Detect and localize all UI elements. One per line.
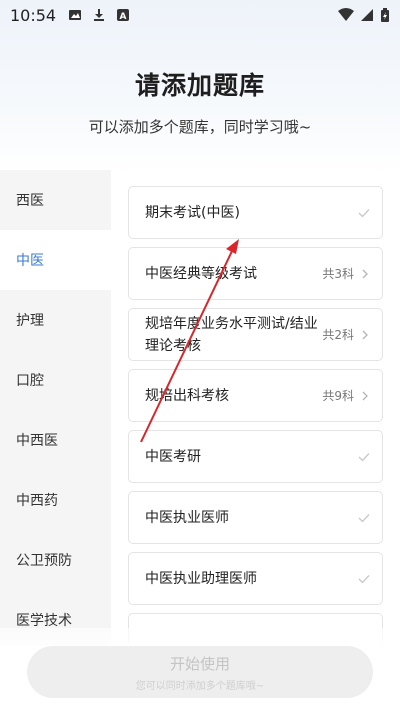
bank-title: 期末考试(中医) bbox=[145, 204, 240, 221]
signal-icon bbox=[361, 9, 373, 21]
question-bank-list: 期末考试(中医) 中医经典等级考试 共3科 规培年度业务水平测试/结业理论考核 … bbox=[128, 186, 384, 651]
subject-count: 共3科 bbox=[322, 267, 354, 281]
category-sidebar: 西医 中医 护理 口腔 中西医 中西药 公卫预防 医学技术 bbox=[0, 170, 111, 645]
sidebar-item-huli[interactable]: 护理 bbox=[0, 290, 111, 350]
battery-icon bbox=[381, 8, 389, 22]
chevron-right-icon bbox=[362, 391, 368, 400]
check-icon bbox=[358, 208, 370, 217]
sidebar-item-zhongxiyao[interactable]: 中西药 bbox=[0, 470, 111, 530]
check-icon bbox=[358, 574, 370, 583]
svg-text:A: A bbox=[120, 12, 127, 22]
start-button-label: 开始使用 bbox=[169, 654, 230, 673]
check-icon bbox=[358, 513, 370, 522]
sidebar-item-kouqiang[interactable]: 口腔 bbox=[0, 350, 111, 410]
bank-card[interactable]: 中医执业助理医师 bbox=[128, 552, 383, 605]
bank-title: 中医执业助理医师 bbox=[145, 570, 257, 587]
wifi-icon bbox=[338, 8, 354, 21]
start-button-hint: 您可以同时添加多个题库哦~ bbox=[135, 680, 265, 692]
start-button[interactable]: 开始使用 您可以同时添加多个题库哦~ bbox=[27, 646, 373, 698]
chevron-right-icon bbox=[362, 269, 368, 278]
bank-card[interactable]: 期末考试(中医) bbox=[128, 186, 383, 239]
status-bar: 10:54 A bbox=[0, 0, 400, 30]
bank-card[interactable]: 规培出科考核 共9科 bbox=[128, 369, 383, 422]
status-time: 10:54 bbox=[10, 5, 57, 25]
bank-title: 中医考研 bbox=[145, 448, 201, 465]
chevron-right-icon bbox=[362, 330, 368, 339]
bank-title: 规培年度业务水平测试/结业理论考核 bbox=[145, 315, 318, 354]
page-subtitle: 可以添加多个题库，同时学习哦~ bbox=[88, 118, 312, 136]
bank-title: 规培出科考核 bbox=[145, 387, 229, 404]
subject-count: 共2科 bbox=[322, 328, 354, 342]
bank-title: 中医执业医师 bbox=[145, 509, 229, 526]
sidebar-item-zhongxiyi[interactable]: 中西医 bbox=[0, 410, 111, 470]
bank-card[interactable]: 中医经典等级考试 共3科 bbox=[128, 247, 383, 300]
bank-card[interactable]: 中医执业医师 bbox=[128, 491, 383, 544]
sidebar-item-zhongyi[interactable]: 中医 bbox=[0, 230, 111, 290]
bank-card[interactable]: 规培年度业务水平测试/结业理论考核 共2科 bbox=[128, 308, 383, 361]
subject-count: 共9科 bbox=[322, 389, 354, 403]
bank-card[interactable]: 中医考研 bbox=[128, 430, 383, 483]
app-notification-icon: A bbox=[117, 9, 130, 22]
bank-title: 中医经典等级考试 bbox=[145, 265, 257, 282]
sidebar-item-gongwei[interactable]: 公卫预防 bbox=[0, 530, 111, 590]
image-notification-icon bbox=[69, 10, 82, 20]
sidebar-item-xiyi[interactable]: 西医 bbox=[0, 170, 111, 230]
check-icon bbox=[358, 452, 370, 461]
page-title: 请添加题库 bbox=[134, 71, 265, 100]
download-icon bbox=[94, 9, 105, 21]
